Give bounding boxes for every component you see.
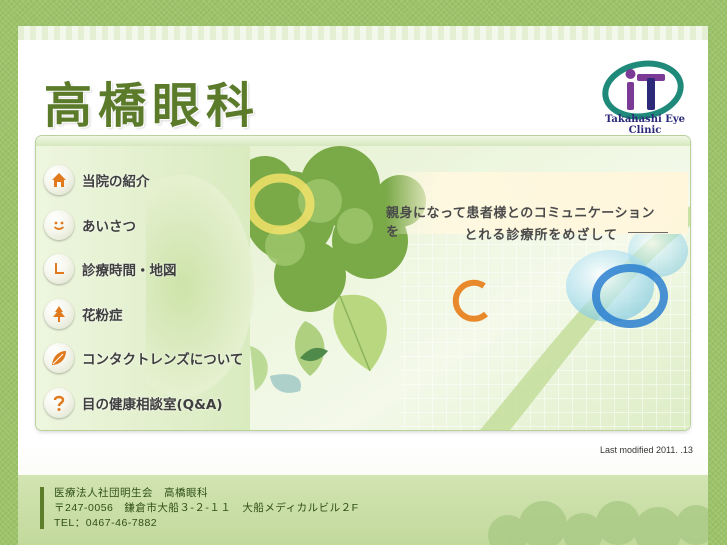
footer-address: 〒247-0056 鎌倉市大船３-２-１１ 大船メディカルビル２F [54, 502, 359, 514]
nav-item-about[interactable]: 当院の紹介 [44, 158, 250, 203]
nav-item-hay-fever[interactable]: 花粉症 [44, 292, 250, 337]
clinic-name-english: Takahashi Eye Clinic [604, 114, 686, 136]
nav-item-greeting[interactable]: あいさつ [44, 203, 250, 248]
smile-icon [44, 209, 74, 240]
question-icon [44, 387, 74, 418]
nav-item-contact-lenses[interactable]: コンタクトレンズについて [44, 336, 250, 381]
tree-icon [44, 298, 74, 329]
tagline-box: 親身になって患者様とのコミュニケーションを とれる診療所をめざして [386, 172, 688, 243]
footer-phone: TEL：0467-46-7882 [54, 517, 158, 529]
nav-label: あいさつ [82, 218, 136, 235]
panel-top-strip [36, 136, 690, 146]
nav-label: 花粉症 [82, 307, 123, 324]
nav-item-eye-health-qa[interactable]: 目の健康相談室(Q&A) [44, 381, 250, 426]
nav-label: 当院の紹介 [82, 174, 150, 191]
tagline-line-2: とれる診療所をめざして [464, 228, 618, 243]
nav-item-hours-map[interactable]: 診療時間・地図 [44, 247, 250, 292]
page-container: 高橋眼科 Takahashi Eye Clinic 当院の紹介 あいさつ 診療時… [18, 26, 708, 545]
tagline-rule [628, 232, 668, 233]
nav-label: 診療時間・地図 [82, 263, 177, 280]
nav-label: 目の健康相談室(Q&A) [82, 396, 223, 413]
last-modified-date: Last modified 2011. .13 [600, 445, 693, 455]
house-icon [44, 165, 74, 196]
clock-icon [44, 254, 74, 285]
clinic-logo-mark[interactable] [601, 56, 685, 122]
clinic-title-logo[interactable]: 高橋眼科 [44, 66, 260, 136]
leaf-icon [44, 343, 74, 374]
main-nav: 当院の紹介 あいさつ 診療時間・地図 花粉症 コンタクトレンズについて 目の健康… [44, 158, 250, 425]
footer-trees-decoration [488, 501, 708, 545]
footer-org-name: 医療法人社団明生会 高橋眼科 [54, 487, 208, 499]
nav-label: コンタクトレンズについて [82, 352, 244, 369]
footer: 医療法人社団明生会 高橋眼科 〒247-0056 鎌倉市大船３-２-１１ 大船メ… [18, 475, 708, 545]
sidebar: 当院の紹介 あいさつ 診療時間・地図 花粉症 コンタクトレンズについて 目の健康… [36, 146, 266, 430]
footer-accent-bar [40, 487, 44, 529]
